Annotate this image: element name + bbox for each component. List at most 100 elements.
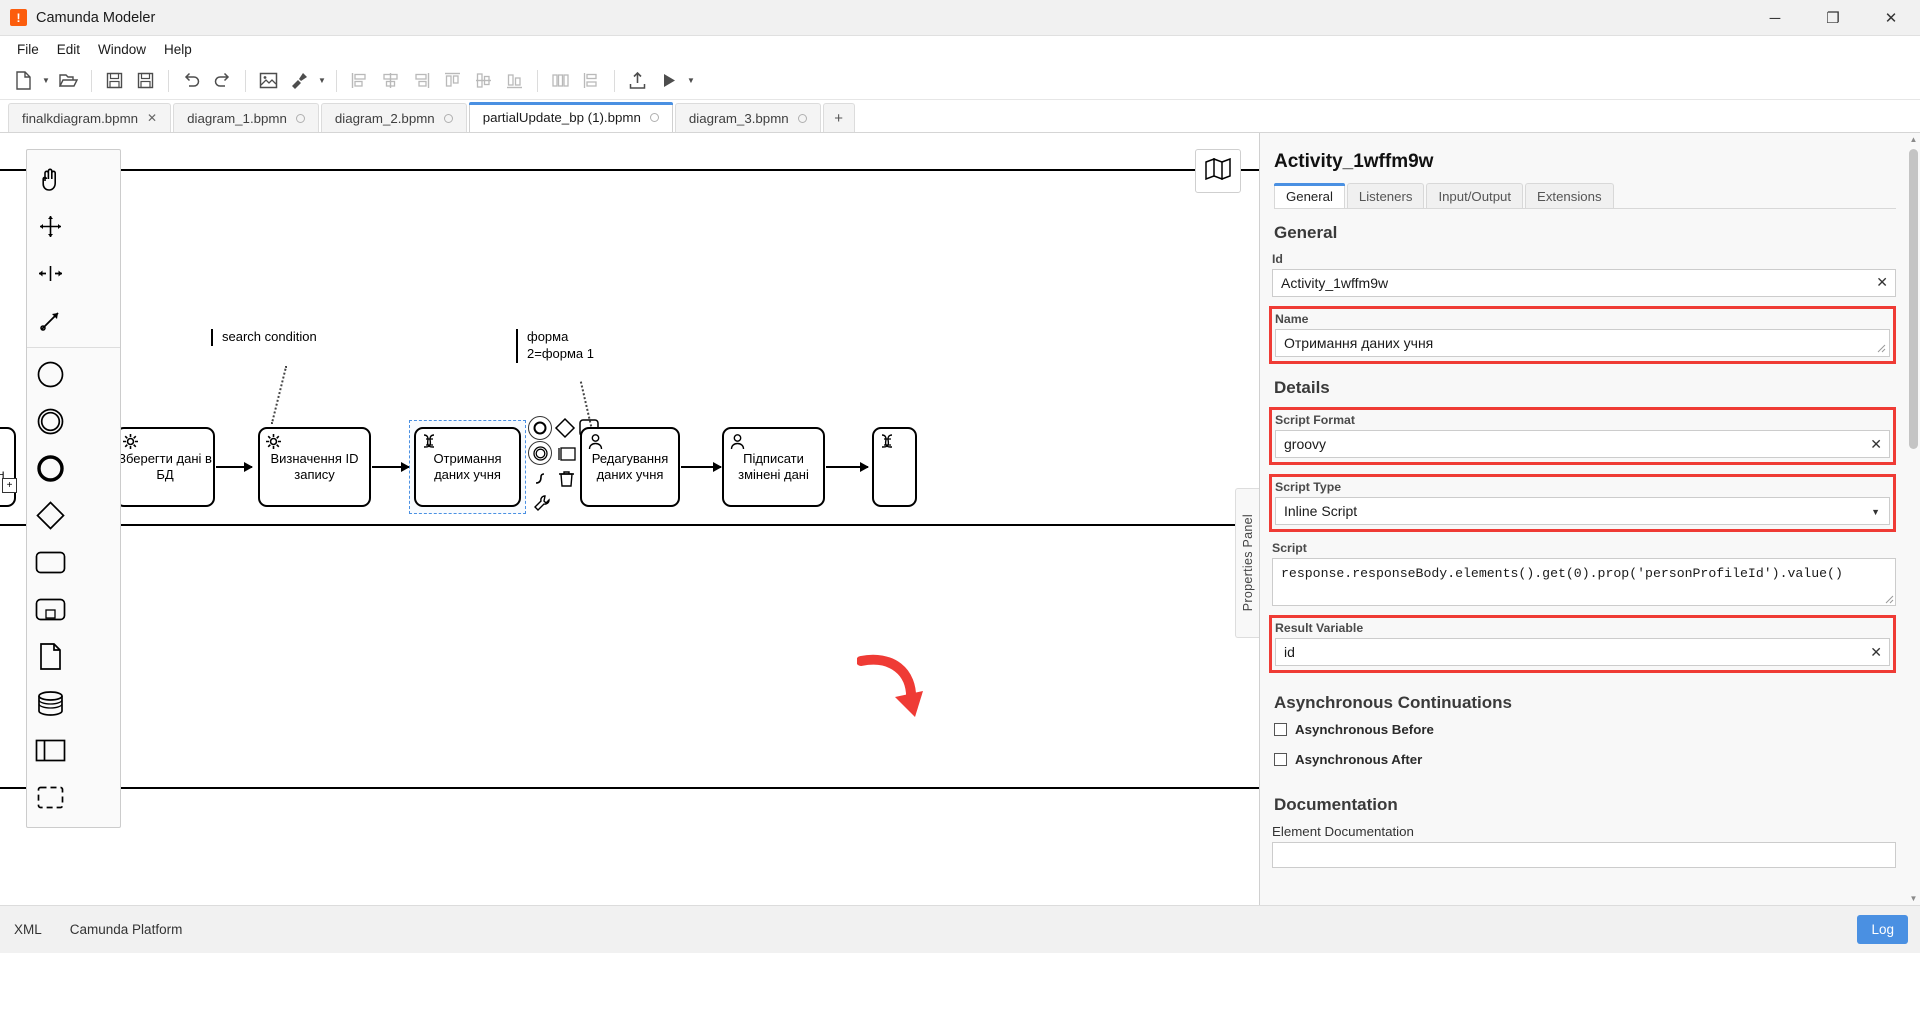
resize-grip-icon[interactable] [1877, 344, 1886, 353]
open-file-icon[interactable] [53, 66, 84, 96]
end-event-icon[interactable] [27, 445, 74, 492]
bpmn-canvas[interactable]: ати змен + Зберегти дані в БД Визначення… [0, 133, 1259, 905]
delete-icon[interactable] [554, 467, 578, 491]
bpmn-task-partial-right[interactable] [872, 427, 917, 507]
align-right-icon[interactable] [406, 66, 437, 96]
result-variable-input[interactable]: id [1275, 638, 1890, 666]
properties-scrollbar[interactable]: ▲ ▼ [1909, 135, 1918, 903]
space-tool-icon[interactable] [27, 250, 74, 297]
minimize-button[interactable]: ─ [1746, 0, 1804, 36]
editor-tab-partialupdate[interactable]: partialUpdate_bp (1).bpmn [468, 102, 674, 132]
text-annotation-forma[interactable]: форма 2=форма 1 [516, 329, 611, 363]
clear-icon[interactable]: ✕ [1870, 644, 1882, 661]
editor-tab-diagram-3[interactable]: diagram_3.bpmn [674, 103, 821, 132]
new-tab-button[interactable]: + [822, 103, 855, 132]
bpmn-task-otrymannya[interactable]: Отримання даних учня [414, 427, 521, 507]
redo-icon[interactable] [207, 66, 238, 96]
task-icon[interactable] [27, 539, 74, 586]
wrench-icon[interactable] [530, 491, 554, 515]
start-event-icon[interactable] [27, 351, 74, 398]
lasso-tool-icon[interactable] [27, 203, 74, 250]
unsaved-dot-icon[interactable] [443, 113, 453, 123]
log-button[interactable]: Log [1857, 915, 1908, 944]
id-input[interactable]: Activity_1wffm9w [1272, 269, 1896, 297]
menu-item-file[interactable]: File [8, 39, 48, 60]
distribute-horizontal-icon[interactable] [545, 66, 576, 96]
element-documentation-input[interactable] [1272, 842, 1896, 868]
editor-tab-diagram-2[interactable]: diagram_2.bpmn [320, 103, 467, 132]
new-file-caret-icon[interactable]: ▼ [39, 66, 53, 96]
chevron-down-icon[interactable]: ▼ [1871, 507, 1880, 517]
tab-general[interactable]: General [1274, 183, 1345, 208]
sequence-flow-4[interactable] [826, 462, 869, 472]
align-top-icon[interactable] [437, 66, 468, 96]
deploy-icon[interactable] [622, 66, 653, 96]
connect-icon[interactable] [530, 467, 554, 491]
append-end-event-icon[interactable] [528, 416, 552, 440]
sequence-flow-1[interactable] [216, 462, 253, 472]
scroll-down-icon[interactable]: ▼ [1909, 894, 1918, 903]
editor-tab-diagram-1[interactable]: diagram_1.bpmn [173, 103, 319, 132]
resize-grip-icon[interactable] [1885, 595, 1894, 604]
data-object-icon[interactable] [27, 633, 74, 680]
status-xml-button[interactable]: XML [14, 922, 42, 937]
script-textarea[interactable]: response.responseBody.elements().get(0).… [1272, 558, 1896, 606]
gateway-icon[interactable] [27, 492, 74, 539]
scroll-up-icon[interactable]: ▲ [1909, 135, 1918, 144]
editor-tab-finalkdiagram[interactable]: finalkdiagram.bpmn ✕ [8, 103, 172, 132]
start-instance-caret-icon[interactable]: ▼ [684, 66, 698, 96]
align-tools-icon[interactable] [284, 66, 315, 96]
subprocess-icon[interactable] [27, 586, 74, 633]
close-icon[interactable]: ✕ [147, 111, 157, 125]
script-format-input[interactable]: groovy [1275, 430, 1890, 458]
align-tools-caret-icon[interactable]: ▼ [315, 66, 329, 96]
menu-item-window[interactable]: Window [89, 39, 155, 60]
properties-panel-handle[interactable]: Properties Panel [1235, 488, 1259, 638]
field-async-after[interactable]: Asynchronous After [1274, 752, 1896, 767]
bpmn-task-zberegty[interactable]: Зберегти дані в БД [115, 427, 215, 507]
name-input[interactable]: Отримання даних учня [1275, 329, 1890, 357]
align-bottom-icon[interactable] [499, 66, 530, 96]
save-as-icon[interactable] [130, 66, 161, 96]
start-instance-icon[interactable] [653, 66, 684, 96]
undo-icon[interactable] [176, 66, 207, 96]
append-text-annotation-icon[interactable] [555, 442, 579, 466]
align-middle-icon[interactable] [468, 66, 499, 96]
append-gateway-icon[interactable] [553, 416, 577, 440]
minimap-toggle-button[interactable] [1195, 149, 1241, 193]
menu-item-help[interactable]: Help [155, 39, 201, 60]
participant-icon[interactable] [27, 727, 74, 774]
checkbox-async-before[interactable] [1274, 723, 1287, 736]
bpmn-task-vyznachennya[interactable]: Визначення ID запису [258, 427, 371, 507]
properties-scroll-area[interactable]: Activity_1wffm9w General Listeners Input… [1260, 133, 1920, 905]
checkbox-async-after[interactable] [1274, 753, 1287, 766]
maximize-button[interactable]: ❐ [1804, 0, 1862, 36]
append-intermediate-event-icon[interactable] [528, 441, 552, 465]
close-button[interactable]: ✕ [1862, 0, 1920, 36]
field-async-before[interactable]: Asynchronous Before [1274, 722, 1896, 737]
intermediate-event-icon[interactable] [27, 398, 74, 445]
align-left-icon[interactable] [344, 66, 375, 96]
sequence-flow-2[interactable] [372, 462, 410, 472]
tab-extensions[interactable]: Extensions [1525, 183, 1614, 208]
unsaved-dot-icon[interactable] [797, 113, 807, 123]
script-type-select[interactable]: Inline Script [1275, 497, 1890, 525]
sequence-flow-3[interactable] [681, 462, 722, 472]
unsaved-dot-icon[interactable] [295, 113, 305, 123]
align-center-icon[interactable] [375, 66, 406, 96]
menu-item-edit[interactable]: Edit [48, 39, 89, 60]
status-platform-label[interactable]: Camunda Platform [70, 922, 183, 937]
text-annotation-search-condition[interactable]: search condition [211, 329, 331, 346]
clear-icon[interactable]: ✕ [1870, 436, 1882, 453]
scrollbar-thumb[interactable] [1909, 149, 1918, 449]
new-file-icon[interactable] [8, 66, 39, 96]
hand-tool-icon[interactable] [27, 156, 74, 203]
group-icon[interactable] [27, 774, 74, 821]
distribute-vertical-icon[interactable] [576, 66, 607, 96]
tab-input-output[interactable]: Input/Output [1426, 183, 1524, 208]
export-image-icon[interactable] [253, 66, 284, 96]
tab-listeners[interactable]: Listeners [1346, 183, 1425, 208]
expand-subprocess-icon[interactable]: + [2, 478, 17, 493]
bpmn-task-partial-left[interactable]: ати змен [0, 427, 16, 507]
bpmn-task-pidpysaty[interactable]: Підписати змінені дані [722, 427, 825, 507]
